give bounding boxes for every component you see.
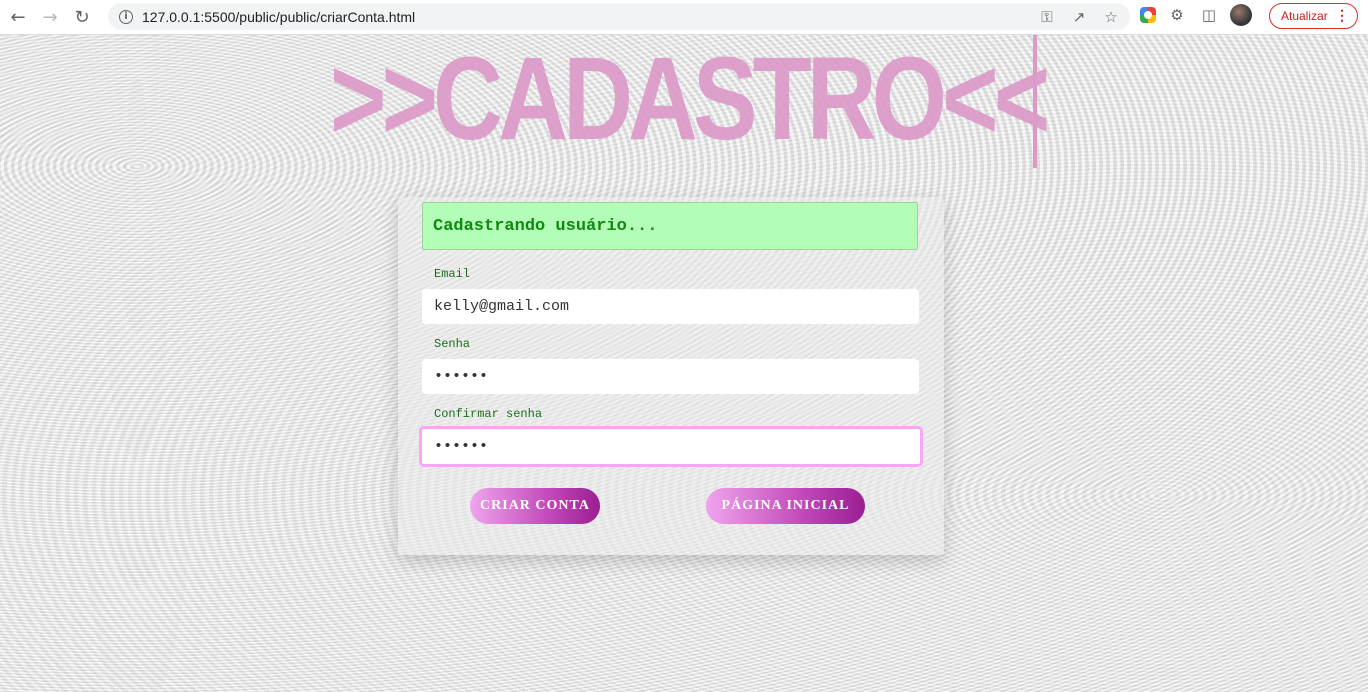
- side-panel-icon[interactable]: ◫: [1198, 4, 1220, 26]
- avatar[interactable]: [1230, 4, 1252, 26]
- signup-card: Cadastrando usuário... Email Senha Confi…: [398, 197, 944, 555]
- confirm-password-field[interactable]: [419, 426, 923, 467]
- title-cursor: [1033, 35, 1037, 168]
- share-icon[interactable]: ↗: [1068, 6, 1090, 28]
- site-info-icon[interactable]: i: [119, 9, 133, 24]
- browser-toolbar: ← → ↻ i 127.0.0.1:5500/public/public/cri…: [0, 0, 1368, 35]
- email-label: Email: [434, 267, 471, 281]
- back-icon[interactable]: ←: [4, 3, 32, 31]
- status-message: Cadastrando usuário...: [422, 202, 918, 250]
- page-title: >>CADASTRO<<: [330, 35, 1050, 165]
- reload-icon[interactable]: ↻: [68, 3, 96, 31]
- home-page-button[interactable]: PÁGINA INICIAL: [706, 488, 865, 524]
- update-label: Atualizar: [1281, 9, 1328, 23]
- page-content: >>CADASTRO<< Cadastrando usuário... Emai…: [0, 35, 1368, 692]
- confirm-password-label: Confirmar senha: [434, 407, 543, 421]
- puzzle-icon[interactable]: ⚙: [1166, 4, 1188, 26]
- forward-icon[interactable]: →: [36, 3, 64, 31]
- address-bar[interactable]: i 127.0.0.1:5500/public/public/criarCont…: [108, 3, 1130, 30]
- password-label: Senha: [434, 337, 471, 351]
- url-text[interactable]: 127.0.0.1:5500/public/public/criarConta.…: [142, 9, 415, 25]
- update-button[interactable]: Atualizar ⋮: [1269, 3, 1358, 29]
- create-account-button[interactable]: CRIAR CONTA: [470, 488, 600, 524]
- password-field[interactable]: [422, 359, 919, 394]
- color-extension-icon[interactable]: [1140, 7, 1156, 23]
- menu-dots-icon[interactable]: ⋮: [1335, 7, 1349, 24]
- star-icon[interactable]: ☆: [1100, 6, 1122, 28]
- key-icon[interactable]: ⚿: [1036, 6, 1058, 28]
- email-field[interactable]: [422, 289, 919, 324]
